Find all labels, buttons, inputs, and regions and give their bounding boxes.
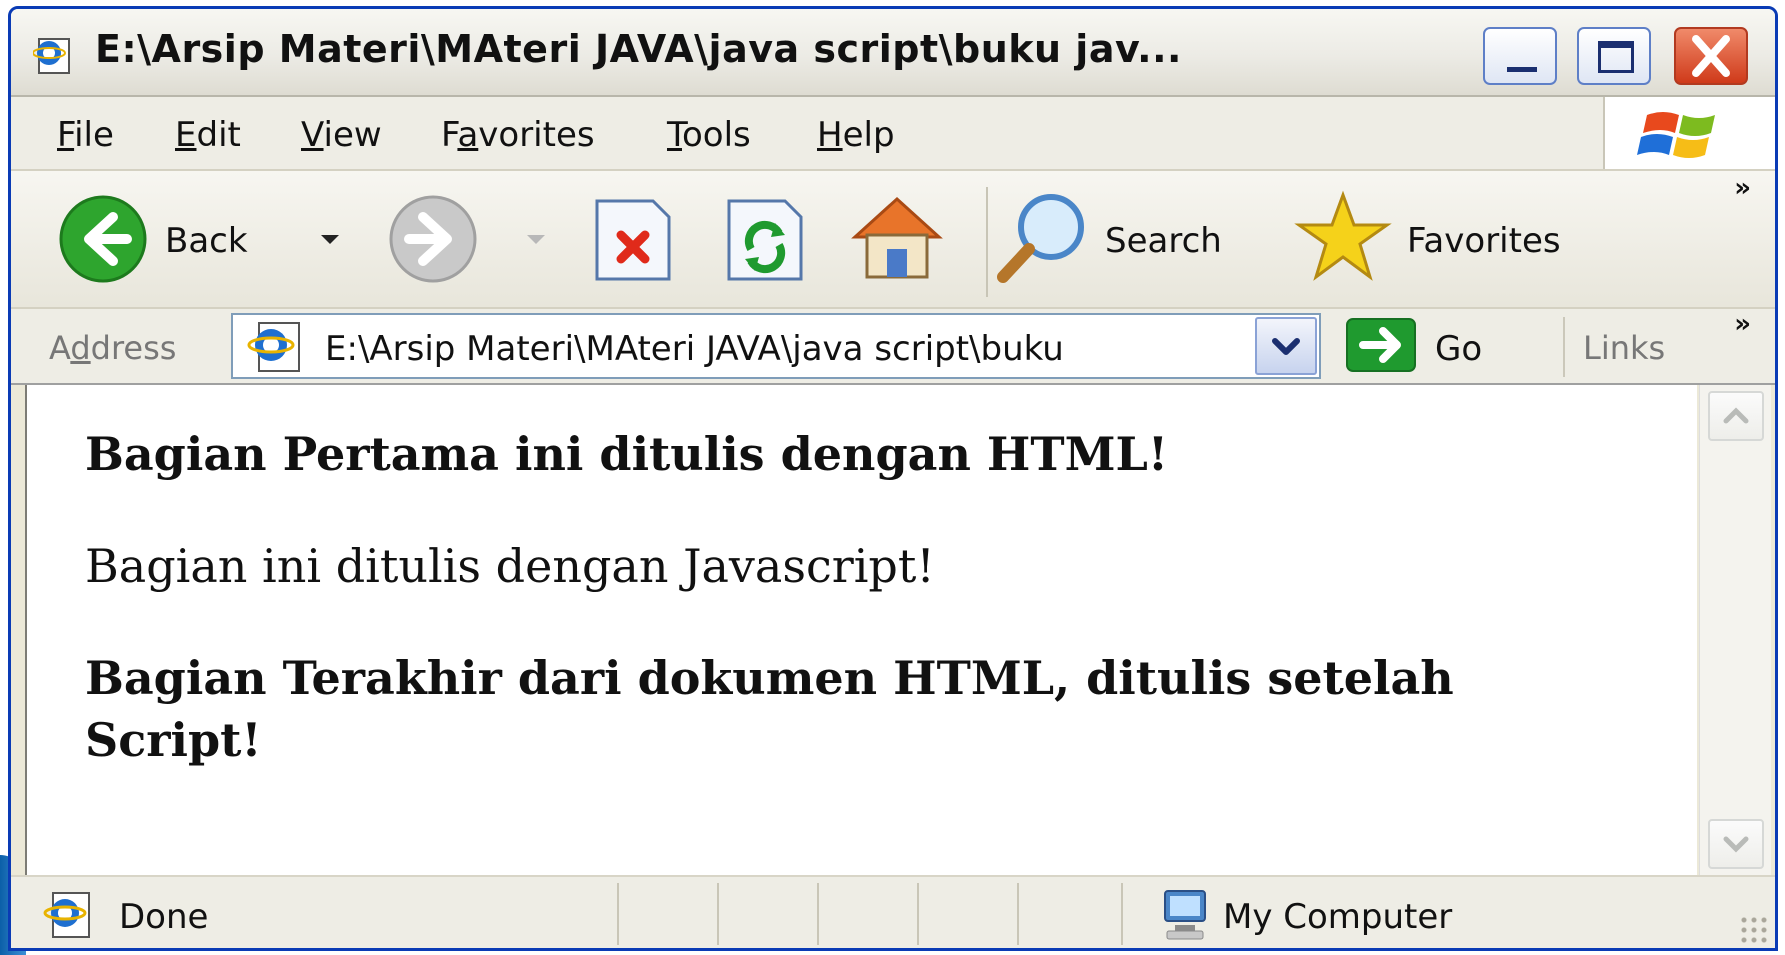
back-label: Back [165,221,248,261]
favorites-button[interactable]: Favorites [1293,187,1613,291]
menu-edit[interactable]: Edit [175,115,241,155]
menu-accel: T [667,115,682,155]
status-pane-divider [617,883,619,945]
scroll-up-button[interactable] [1708,391,1764,441]
home-icon [851,196,943,279]
menu-accel: F [57,115,75,155]
address-dropdown-button[interactable] [1255,317,1317,375]
menu-label: elp [842,115,895,155]
minimize-button[interactable] [1483,27,1557,85]
menu-accel: E [175,115,197,155]
chevron-down-icon [1723,836,1749,853]
address-input[interactable]: E:\Arsip Materi\MAteri JAVA\java script\… [231,313,1321,379]
forward-dropdown-icon[interactable] [527,235,545,244]
star-icon [1294,190,1392,281]
standard-toolbar: Back Search Favorites » [11,171,1775,309]
go-label: Go [1435,329,1483,369]
go-arrow-icon [1346,318,1416,372]
menu-bar: File Edit View Favorites Tools Help [11,97,1775,171]
search-button[interactable]: Search [993,187,1243,291]
security-zone: My Computer [1223,897,1453,937]
refresh-button[interactable] [725,197,805,283]
my-computer-icon [1164,890,1206,940]
html-paragraph-last: Bagian Terakhir dari dokumen HTML, ditul… [85,651,1454,767]
stop-button[interactable] [593,197,673,283]
links-button[interactable]: Links [1583,329,1665,367]
refresh-icon [727,199,803,281]
scroll-down-button[interactable] [1708,819,1764,869]
resize-grip[interactable] [1739,915,1769,945]
menu-file[interactable]: File [57,115,114,155]
menu-label: vorites [478,115,595,155]
close-button[interactable] [1674,27,1748,85]
back-dropdown-icon[interactable] [321,235,339,244]
links-separator [1563,317,1565,377]
status-pane-divider [917,883,919,945]
address-label: Address [49,329,176,367]
menu-label: ools [682,115,751,155]
windows-flag-icon [1637,112,1715,158]
javascript-paragraph: Bagian ini ditulis dengan Javascript! [85,539,935,593]
address-label-pre: A [49,329,71,367]
chevron-down-icon [1272,338,1300,355]
title-bar[interactable]: E:\Arsip Materi\MAteri JAVA\java script\… [11,9,1775,97]
address-bar: Address E:\Arsip Materi\MAteri JAVA\java… [11,309,1775,385]
home-button[interactable] [847,187,947,287]
chevron-up-icon [1723,407,1749,424]
address-label-rest: dress [90,329,177,367]
windows-logo [1603,97,1775,169]
toolbar-overflow-chevron[interactable]: » [1734,173,1751,203]
back-arrow-icon [59,195,147,283]
maximize-icon [1598,41,1634,73]
address-accel: d [70,329,91,367]
address-value: E:\Arsip Materi\MAteri JAVA\java script\… [325,329,1064,369]
menu-tools[interactable]: Tools [667,115,751,155]
status-pane-divider [817,883,819,945]
menu-view[interactable]: View [301,115,382,155]
status-pane-divider [717,883,719,945]
maximize-button[interactable] [1577,27,1651,85]
menu-accel: a [457,115,479,155]
favorites-label: Favorites [1407,221,1561,261]
search-icon [997,194,1084,283]
status-pane-divider [1017,883,1019,945]
page-content: Bagian Pertama ini ditulis dengan HTML! … [25,385,1697,875]
status-bar: Done My Computer [11,875,1775,948]
status-pane-divider [1121,883,1123,945]
menu-help[interactable]: Help [817,115,895,155]
links-overflow-chevron[interactable]: » [1734,309,1751,339]
forward-arrow-icon [389,195,477,283]
ie-page-icon [43,892,90,938]
vertical-scrollbar[interactable] [1699,385,1771,875]
menu-label: iew [323,115,382,155]
menu-label: ile [74,115,114,155]
menu-label: dit [196,115,241,155]
menu-label-pre: F [441,115,458,155]
menu-accel: H [817,115,843,155]
back-button[interactable]: Back [55,187,295,291]
ie-page-icon [247,322,300,372]
document-body: Bagian Pertama ini ditulis dengan HTML! … [85,425,1645,771]
html-paragraph-first: Bagian Pertama ini ditulis dengan HTML! [85,427,1169,481]
toolbar-separator [986,187,988,297]
stop-icon [595,199,671,281]
browser-window: E:\Arsip Materi\MAteri JAVA\java script\… [8,6,1778,951]
status-text: Done [119,897,209,937]
window-title: E:\Arsip Materi\MAteri JAVA\java script\… [95,27,1182,71]
minimize-icon [1507,67,1537,72]
close-icon [1692,35,1730,77]
menu-accel: V [301,115,324,155]
ie-page-icon [33,38,70,74]
forward-button[interactable] [385,191,481,287]
menu-favorites[interactable]: Favorites [441,115,595,155]
search-label: Search [1105,221,1222,261]
